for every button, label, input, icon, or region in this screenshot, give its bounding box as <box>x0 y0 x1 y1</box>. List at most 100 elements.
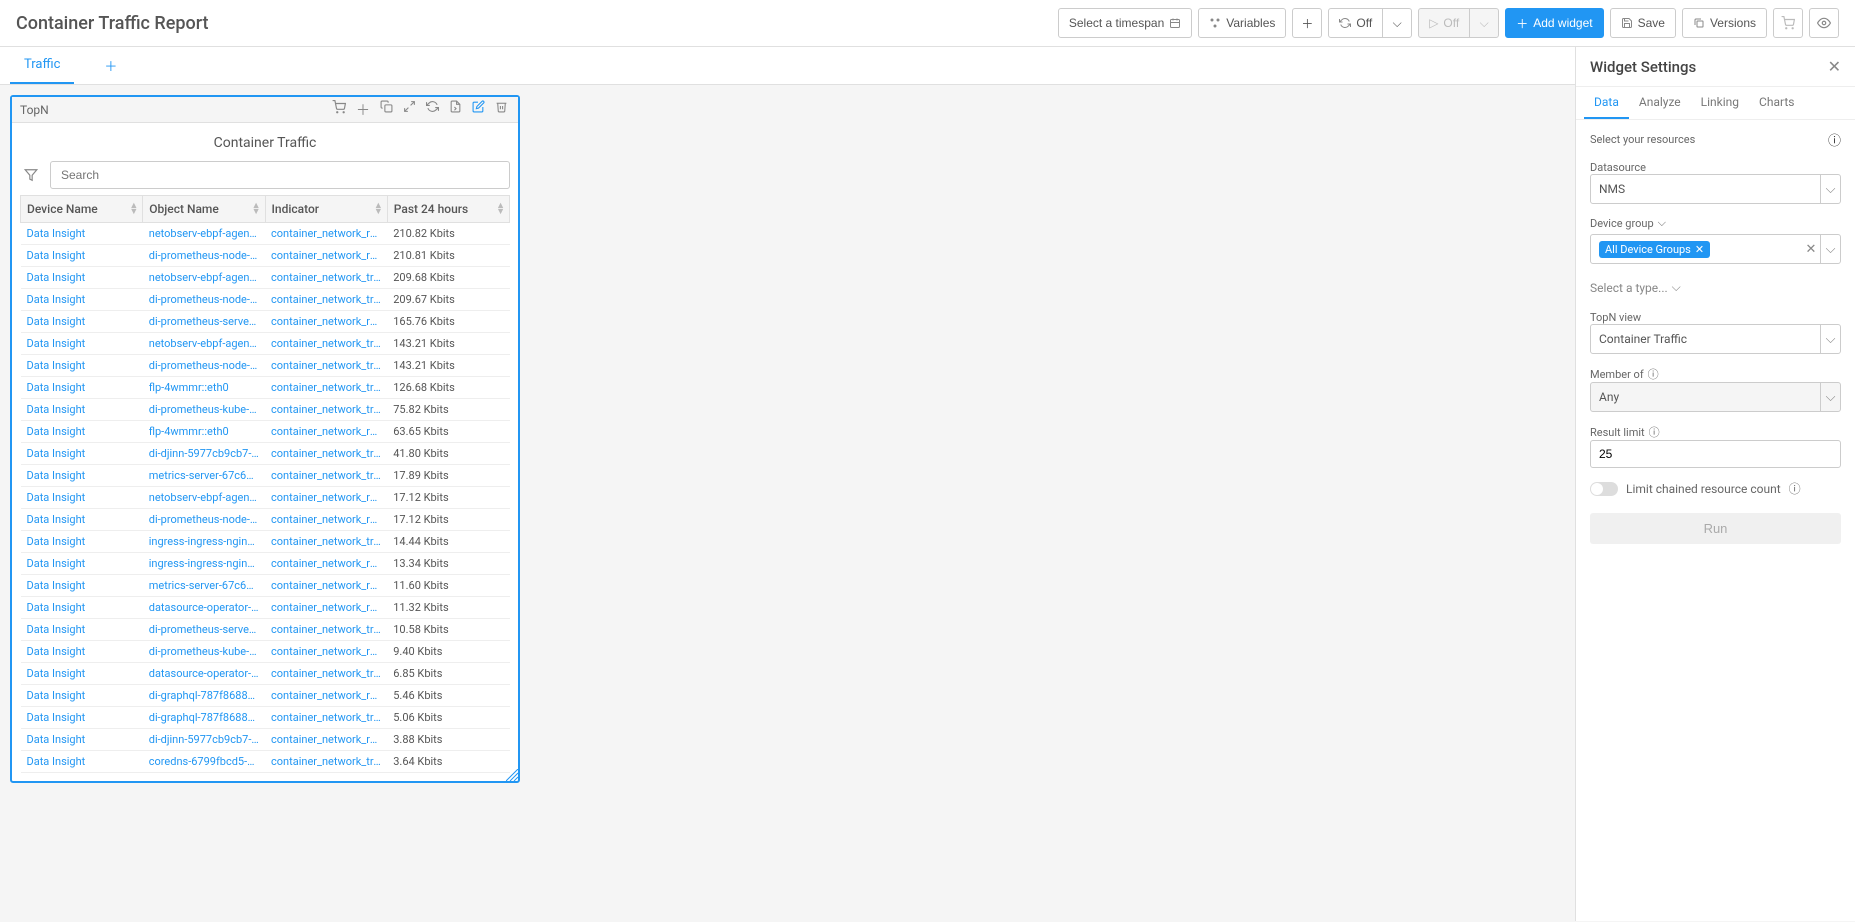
clear-icon[interactable]: ✕ <box>1802 242 1820 257</box>
edit-icon[interactable] <box>470 98 487 122</box>
chevron-down-icon[interactable]: ⌵ <box>1658 216 1666 230</box>
search-input[interactable] <box>50 161 510 189</box>
cell-device[interactable]: Data Insight <box>21 289 143 311</box>
cell-indicator[interactable]: container_network_recei... <box>265 685 387 707</box>
play-dropdown[interactable]: ⌵ <box>1469 8 1499 38</box>
device-group-select[interactable]: All Device Groups ✕ ✕ ⌵ <box>1590 234 1841 264</box>
cell-indicator[interactable]: container_network_trans... <box>265 663 387 685</box>
cell-object[interactable]: di-prometheus-node-exp... <box>143 355 265 377</box>
remove-chip-icon[interactable]: ✕ <box>1695 243 1704 256</box>
cell-indicator[interactable]: container_network_recei... <box>265 223 387 245</box>
cell-indicator[interactable]: container_network_trans... <box>265 399 387 421</box>
cell-object[interactable]: di-prometheus-server-b5... <box>143 619 265 641</box>
cell-indicator[interactable]: container_network_recei... <box>265 575 387 597</box>
expand-icon[interactable] <box>401 98 418 122</box>
cell-object[interactable]: netobserv-ebpf-agent-hz... <box>143 223 265 245</box>
tab-analyze[interactable]: Analyze <box>1629 87 1691 119</box>
cell-indicator[interactable]: container_network_trans... <box>265 377 387 399</box>
close-icon[interactable]: ✕ <box>1828 57 1841 76</box>
cell-device[interactable]: Data Insight <box>21 751 143 773</box>
tab-charts[interactable]: Charts <box>1749 87 1804 119</box>
cell-indicator[interactable]: container_network_recei... <box>265 729 387 751</box>
cell-indicator[interactable]: container_network_recei... <box>265 553 387 575</box>
cell-indicator[interactable]: container_network_recei... <box>265 487 387 509</box>
cell-indicator[interactable]: container_network_trans... <box>265 289 387 311</box>
cell-object[interactable]: metrics-server-67c65894... <box>143 465 265 487</box>
cell-device[interactable]: Data Insight <box>21 399 143 421</box>
cell-device[interactable]: Data Insight <box>21 619 143 641</box>
cell-device[interactable]: Data Insight <box>21 641 143 663</box>
cell-device[interactable]: Data Insight <box>21 531 143 553</box>
cell-device[interactable]: Data Insight <box>21 311 143 333</box>
cell-device[interactable]: Data Insight <box>21 223 143 245</box>
chevron-down-icon[interactable]: ⌵ <box>1820 383 1840 411</box>
filter-icon[interactable] <box>20 164 42 186</box>
preview-button[interactable] <box>1809 8 1839 38</box>
result-limit-input[interactable] <box>1590 440 1841 468</box>
cell-object[interactable]: di-graphql-787f86885-xq... <box>143 685 265 707</box>
cell-object[interactable]: datasource-operator-con... <box>143 597 265 619</box>
type-selector[interactable]: Select a type... ⌵ <box>1590 276 1841 299</box>
cell-object[interactable]: flp-4wmmr::eth0 <box>143 421 265 443</box>
tab-data[interactable]: Data <box>1584 87 1629 119</box>
tab-traffic[interactable]: Traffic <box>10 47 74 84</box>
col-indicator[interactable]: Indicator▲▼ <box>265 196 387 223</box>
cart-button[interactable] <box>1773 8 1803 38</box>
chained-toggle[interactable] <box>1590 482 1618 496</box>
export-icon[interactable] <box>447 98 464 122</box>
info-icon[interactable]: ⓘ <box>1648 366 1659 382</box>
cell-device[interactable]: Data Insight <box>21 267 143 289</box>
cell-object[interactable]: di-prometheus-kube-stat... <box>143 399 265 421</box>
cell-indicator[interactable]: container_network_recei... <box>265 597 387 619</box>
cell-object[interactable]: di-prometheus-node-exp... <box>143 289 265 311</box>
cell-object[interactable]: di-prometheus-kube-stat... <box>143 641 265 663</box>
timespan-button[interactable]: Select a timespan <box>1058 8 1192 38</box>
save-button[interactable]: Save <box>1610 8 1676 38</box>
cell-object[interactable]: datasource-operator-con... <box>143 663 265 685</box>
add-widget-button[interactable]: ＋ Add widget <box>1505 8 1603 38</box>
col-object[interactable]: Object Name▲▼ <box>143 196 265 223</box>
add-button[interactable]: ＋ <box>1292 8 1322 38</box>
cell-indicator[interactable]: container_network_trans... <box>265 531 387 553</box>
cell-indicator[interactable]: container_network_recei... <box>265 311 387 333</box>
refresh-off-button[interactable]: Off <box>1328 8 1383 38</box>
cell-device[interactable]: Data Insight <box>21 685 143 707</box>
cart-icon[interactable] <box>330 98 348 122</box>
cell-object[interactable]: di-graphql-787f86885-xq... <box>143 707 265 729</box>
cell-indicator[interactable]: container_network_trans... <box>265 619 387 641</box>
cell-indicator[interactable]: container_network_recei... <box>265 245 387 267</box>
cell-object[interactable]: netobserv-ebpf-agent-hz... <box>143 333 265 355</box>
cell-indicator[interactable]: container_network_recei... <box>265 509 387 531</box>
cell-device[interactable]: Data Insight <box>21 509 143 531</box>
cell-device[interactable]: Data Insight <box>21 597 143 619</box>
chevron-down-icon[interactable]: ⌵ <box>1820 325 1840 353</box>
cell-indicator[interactable]: container_network_trans... <box>265 465 387 487</box>
cell-object[interactable]: di-djinn-5977cb9cb7-s9g... <box>143 729 265 751</box>
cell-indicator[interactable]: container_network_trans... <box>265 333 387 355</box>
cell-object[interactable]: di-djinn-5977cb9cb7-s9g... <box>143 443 265 465</box>
resize-handle[interactable] <box>506 769 518 781</box>
refresh-icon[interactable] <box>424 98 441 122</box>
cell-indicator[interactable]: container_network_trans... <box>265 355 387 377</box>
cell-indicator[interactable]: container_network_trans... <box>265 751 387 773</box>
cell-object[interactable]: di-prometheus-server-b5... <box>143 311 265 333</box>
tab-linking[interactable]: Linking <box>1691 87 1749 119</box>
cell-object[interactable]: ingress-ingress-nginx-co... <box>143 553 265 575</box>
cell-device[interactable]: Data Insight <box>21 377 143 399</box>
cell-object[interactable]: flp-4wmmr::eth0 <box>143 377 265 399</box>
trash-icon[interactable] <box>493 98 510 122</box>
info-icon[interactable]: ⓘ <box>1649 424 1660 440</box>
member-select[interactable]: Any ⌵ <box>1590 382 1841 412</box>
refresh-dropdown[interactable]: ⌵ <box>1382 8 1412 38</box>
cell-indicator[interactable]: container_network_recei... <box>265 641 387 663</box>
play-off-button[interactable]: ▷ Off <box>1418 8 1470 38</box>
cell-device[interactable]: Data Insight <box>21 443 143 465</box>
cell-object[interactable]: ingress-ingress-nginx-co... <box>143 531 265 553</box>
add-tab-button[interactable]: ＋ <box>94 47 127 85</box>
info-icon[interactable]: ⓘ <box>1828 130 1841 149</box>
datasource-select[interactable]: NMS ⌵ <box>1590 174 1841 204</box>
cell-device[interactable]: Data Insight <box>21 575 143 597</box>
cell-object[interactable]: metrics-server-67c65894... <box>143 575 265 597</box>
cell-object[interactable]: netobserv-ebpf-agent-hz... <box>143 267 265 289</box>
cell-indicator[interactable]: container_network_trans... <box>265 443 387 465</box>
